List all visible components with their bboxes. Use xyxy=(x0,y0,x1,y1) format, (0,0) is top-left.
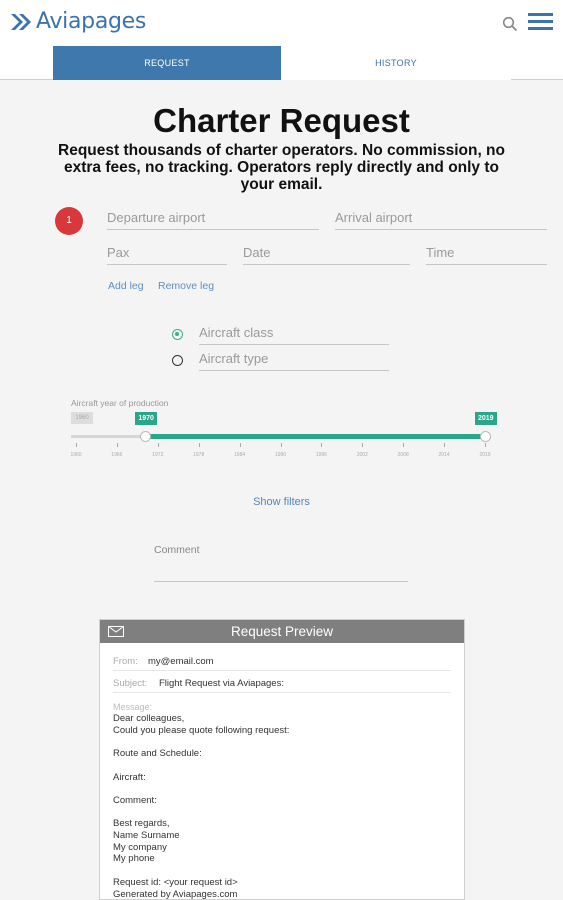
preview-from-label: From: xyxy=(113,656,138,667)
leg-step-badge: 1 xyxy=(55,207,83,235)
aircraft-type-field xyxy=(199,347,389,371)
year-slider-tick-label: 2008 xyxy=(397,452,409,458)
year-slider-tick xyxy=(485,443,486,447)
time-field xyxy=(426,241,547,265)
year-slider-tick-label: 1990 xyxy=(274,452,287,458)
app-header: Aviapages xyxy=(0,0,563,46)
request-preview-header: Request Preview xyxy=(100,620,464,643)
aircraft-type-input[interactable] xyxy=(199,347,389,369)
year-slider-tick-label: 1972 xyxy=(152,452,164,458)
date-field xyxy=(243,241,410,265)
time-input[interactable] xyxy=(426,241,547,263)
preview-subject-row: Subject: Flight Request via Aviapages: xyxy=(113,678,451,693)
comment-label: Comment xyxy=(154,544,200,556)
year-slider-to-handle[interactable] xyxy=(479,431,491,442)
request-preview-title: Request Preview xyxy=(230,624,334,639)
year-slider-tick xyxy=(280,443,282,447)
year-slider-tick-label: 1984 xyxy=(234,452,246,458)
hamburger-menu-icon[interactable] xyxy=(528,13,553,33)
year-slider-tick-label: 1978 xyxy=(193,452,205,458)
year-slider-tick-label: 2014 xyxy=(438,452,450,458)
aircraft-class-field xyxy=(199,321,389,345)
year-slider-tick-label: 1966 xyxy=(111,452,123,458)
tab-request[interactable]: REQUEST xyxy=(53,46,281,80)
aviapages-logo-icon xyxy=(11,13,31,30)
preview-from-row: From: my@email.com xyxy=(113,656,451,671)
pax-input[interactable] xyxy=(107,241,227,263)
year-slider-tick xyxy=(76,443,77,447)
aircraft-class-input[interactable] xyxy=(199,321,389,343)
year-slider-tick xyxy=(157,443,159,447)
tab-history[interactable]: HISTORY xyxy=(281,46,511,80)
year-slider-min-label: 1960 xyxy=(71,412,93,424)
year-slider-tick xyxy=(321,443,323,447)
aircraft-class-radio[interactable] xyxy=(172,329,183,340)
year-slider-from-handle[interactable] xyxy=(139,431,151,442)
brand-name: Aviapages xyxy=(36,9,147,34)
remove-leg-link[interactable]: Remove leg xyxy=(158,280,214,292)
year-slider-tick xyxy=(239,443,241,447)
departure-airport-field xyxy=(107,206,319,230)
comment-input[interactable] xyxy=(154,581,408,582)
year-slider-tick xyxy=(198,443,200,447)
year-slider-to-value: 2019 xyxy=(475,412,497,425)
arrival-airport-input[interactable] xyxy=(335,206,547,228)
year-slider-tick xyxy=(362,443,364,447)
pax-field xyxy=(107,241,227,265)
page-title: Charter Request xyxy=(153,102,410,139)
year-slider-tick xyxy=(444,443,446,447)
year-slider-tick-label: 1996 xyxy=(315,452,327,458)
year-slider-range xyxy=(145,434,485,439)
search-button[interactable] xyxy=(502,16,518,32)
date-input[interactable] xyxy=(243,241,410,263)
preview-subject-label: Subject: xyxy=(113,678,148,689)
preview-message-label: Message: xyxy=(113,702,153,712)
year-slider-from-value: 1970 xyxy=(135,412,157,425)
preview-from-value: my@email.com xyxy=(148,656,214,667)
show-filters-link[interactable]: Show filters xyxy=(0,496,563,508)
year-slider-tick-label: 2019 xyxy=(479,452,491,458)
year-slider-label: Aircraft year of production xyxy=(71,398,169,408)
arrival-airport-field xyxy=(335,206,547,230)
request-preview-panel: Request Preview From: my@email.com Subje… xyxy=(99,619,465,900)
add-leg-link[interactable]: Add leg xyxy=(108,280,144,292)
aircraft-type-radio[interactable] xyxy=(172,355,183,366)
search-icon xyxy=(502,16,518,32)
year-slider-tick xyxy=(403,443,405,447)
preview-subject-value: Flight Request via Aviapages: xyxy=(159,678,284,689)
brand-logo[interactable]: Aviapages xyxy=(10,9,146,34)
departure-airport-input[interactable] xyxy=(107,206,319,228)
year-slider-tick xyxy=(116,443,118,447)
tab-bar: REQUEST HISTORY xyxy=(0,46,563,80)
page-subtitle: Request thousands of charter operators. … xyxy=(58,142,505,193)
year-slider-tick-label: 1960 xyxy=(70,452,82,458)
preview-message-body: Dear colleagues, Could you please quote … xyxy=(113,713,290,900)
year-slider-tick-label: 2002 xyxy=(356,452,368,458)
